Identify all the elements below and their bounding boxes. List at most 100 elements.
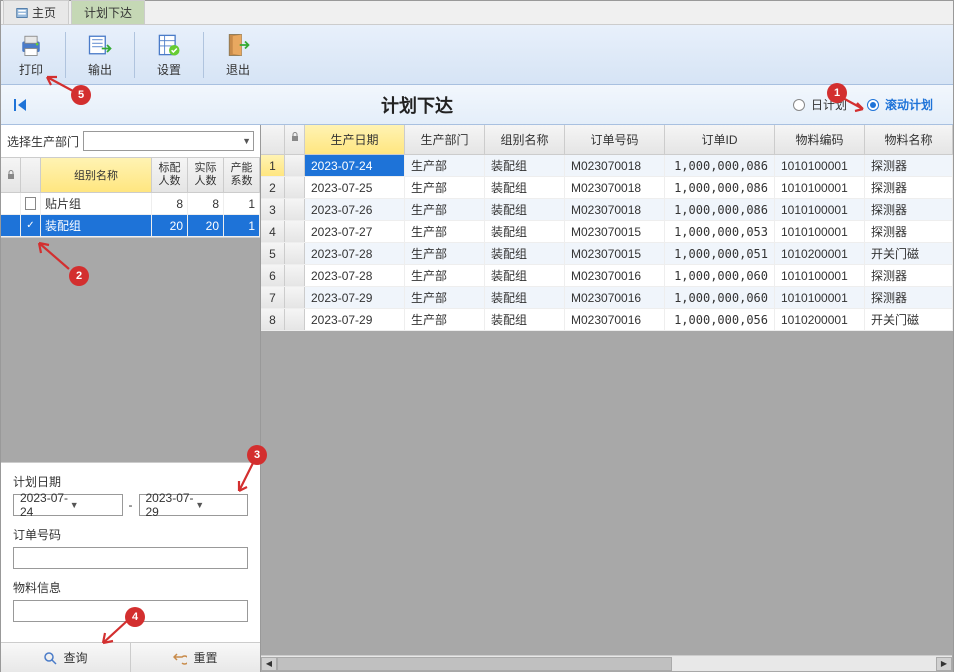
col-date-header[interactable]: 生产日期 [305,125,405,154]
cell-matname: 探测器 [865,287,953,308]
main-table-header: 生产日期 生产部门 组别名称 订单号码 订单ID 物料编码 物料名称 [261,125,953,155]
cell-matcode: 1010100001 [775,155,865,176]
cell-group: 装配组 [485,309,565,330]
col-order-header[interactable]: 订单号码 [565,125,665,154]
first-page-icon[interactable] [12,97,30,113]
cell-dept: 生产部 [405,199,485,220]
cell-lock [285,243,305,264]
cell-matcode: 1010100001 [775,199,865,220]
cell-date: 2023-07-24 [305,155,405,176]
radio-icon [867,99,879,111]
table-row[interactable]: 5 2023-07-28 生产部 装配组 M023070015 1,000,00… [261,243,953,265]
row-lock-cell [1,193,21,214]
cell-group: 装配组 [485,155,565,176]
cell-rownum: 1 [261,155,285,176]
radio-rolling-plan[interactable]: 滚动计划 [867,96,933,113]
tab-home-label: 主页 [32,4,56,21]
order-no-input[interactable] [13,547,248,569]
separator [65,32,66,78]
material-input[interactable] [13,600,248,622]
row-std-cell: 20 [152,215,188,236]
cell-orderid: 1,000,000,053 [665,221,775,242]
scroll-right-arrow[interactable]: ▶ [936,657,952,671]
lock-header [285,125,305,154]
dept-label: 选择生产部门 [7,133,79,150]
print-button[interactable]: 打印 [9,29,53,81]
col-group-header[interactable]: 组别名称 [485,125,565,154]
chevron-down-icon: ▼ [242,136,251,146]
content: 选择生产部门 ▼ 组别名称 标配人数 实际人数 产能系数 贴片组 8 8 1 [1,125,953,672]
cell-lock [285,177,305,198]
cell-rownum: 8 [261,309,285,330]
cell-orderid: 1,000,000,060 [665,265,775,286]
left-panel: 选择生产部门 ▼ 组别名称 标配人数 实际人数 产能系数 贴片组 8 8 1 [1,125,261,672]
horizontal-scrollbar[interactable]: ◀ ▶ [261,655,952,671]
tab-bar: 主页 计划下达 [1,1,953,25]
cell-matname: 探测器 [865,155,953,176]
row-check-cell[interactable] [21,215,41,236]
cell-dept: 生产部 [405,309,485,330]
table-row[interactable]: 2 2023-07-25 生产部 装配组 M023070018 1,000,00… [261,177,953,199]
radio-daily-plan[interactable]: 日计划 [793,96,847,113]
cell-matcode: 1010200001 [775,309,865,330]
row-std-cell: 8 [152,193,188,214]
exit-button[interactable]: 退出 [216,29,260,81]
cell-order: M023070015 [565,221,665,242]
group-cap-header[interactable]: 产能系数 [224,158,260,192]
rownum-header [261,125,285,154]
date-from-input[interactable]: 2023-07-24 ▼ [13,494,123,516]
date-to-input[interactable]: 2023-07-29 ▼ [139,494,249,516]
table-row[interactable]: 3 2023-07-26 生产部 装配组 M023070018 1,000,00… [261,199,953,221]
form-icon [16,7,28,19]
settings-label: 设置 [157,61,181,78]
cell-dept: 生产部 [405,177,485,198]
reset-button[interactable]: 重置 [131,643,260,672]
cell-orderid: 1,000,000,086 [665,199,775,220]
table-row[interactable]: 1 2023-07-24 生产部 装配组 M023070018 1,000,00… [261,155,953,177]
group-row[interactable]: 贴片组 8 8 1 [1,193,260,215]
export-button[interactable]: 输出 [78,29,122,81]
query-button[interactable]: 查询 [1,643,131,672]
scroll-thumb[interactable] [277,657,672,671]
table-row[interactable]: 6 2023-07-28 生产部 装配组 M023070016 1,000,00… [261,265,953,287]
cell-rownum: 3 [261,199,285,220]
exit-label: 退出 [226,61,250,78]
col-orderid-header[interactable]: 订单ID [665,125,775,154]
cell-dept: 生产部 [405,265,485,286]
scroll-left-arrow[interactable]: ◀ [261,657,277,671]
col-matcode-header[interactable]: 物料编码 [775,125,865,154]
scroll-track[interactable] [277,657,936,671]
lock-icon [290,132,300,142]
tab-home[interactable]: 主页 [3,0,69,24]
checkbox-icon [25,197,36,210]
table-row[interactable]: 7 2023-07-29 生产部 装配组 M023070016 1,000,00… [261,287,953,309]
dept-select-row: 选择生产部门 ▼ [1,125,260,158]
group-std-header[interactable]: 标配人数 [152,158,188,192]
printer-icon [17,31,45,59]
main-table-wrap[interactable]: 生产日期 生产部门 组别名称 订单号码 订单ID 物料编码 物料名称 1 202… [261,125,953,672]
dept-combo[interactable]: ▼ [83,131,254,151]
table-row[interactable]: 4 2023-07-27 生产部 装配组 M023070015 1,000,00… [261,221,953,243]
settings-button[interactable]: 设置 [147,29,191,81]
cell-lock [285,265,305,286]
cell-matname: 探测器 [865,177,953,198]
separator [203,32,204,78]
group-name-header[interactable]: 组别名称 [41,158,152,192]
cell-rownum: 2 [261,177,285,198]
cell-matcode: 1010100001 [775,221,865,242]
row-check-cell[interactable] [21,193,41,214]
main-table: 生产日期 生产部门 组别名称 订单号码 订单ID 物料编码 物料名称 1 202… [261,125,953,331]
group-table: 组别名称 标配人数 实际人数 产能系数 贴片组 8 8 1 装配组 20 20 … [1,158,260,238]
cell-matname: 开关门磁 [865,243,953,264]
table-row[interactable]: 8 2023-07-29 生产部 装配组 M023070016 1,000,00… [261,309,953,331]
chevron-down-icon: ▼ [195,500,245,510]
col-matname-header[interactable]: 物料名称 [865,125,953,154]
row-cap-cell: 1 [224,193,260,214]
cell-date: 2023-07-25 [305,177,405,198]
checkbox-icon [25,219,36,232]
group-row[interactable]: 装配组 20 20 1 [1,215,260,237]
chevron-down-icon: ▼ [70,500,120,510]
group-act-header[interactable]: 实际人数 [188,158,224,192]
tab-plan[interactable]: 计划下达 [71,0,145,24]
col-dept-header[interactable]: 生产部门 [405,125,485,154]
